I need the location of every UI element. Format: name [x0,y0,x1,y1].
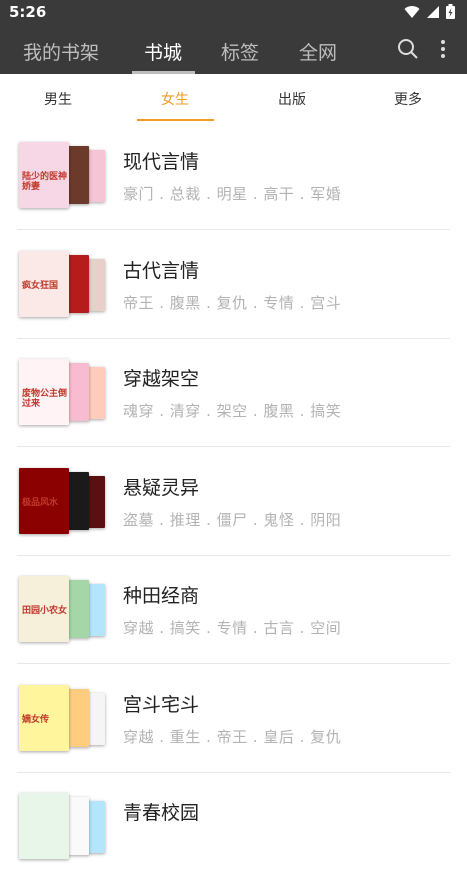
subtab-published[interactable]: 出版 [252,89,332,109]
book-cover-image [87,801,105,853]
status-time: 5:26 [9,3,47,21]
category-title: 青春校园 [123,802,200,824]
book-cover-image: 极品风水 [19,467,69,534]
category-tags: 盗墓 . 推理 . 僵尸 . 鬼怪 . 阴阳 [123,510,342,529]
category-row[interactable]: 嫡女传 宫斗宅斗 穿越 . 重生 . 帝王 . 皇后 . 复仇 [0,665,467,773]
book-cover-image [87,475,105,528]
cover-title: 嫡女传 [22,714,50,725]
app-bar: 我的书架 书城 标签 全网 [0,26,467,74]
cover-title: 陆少的医神娇妻 [22,172,68,192]
cover-stack: 疯女狂国 [19,250,105,317]
book-cover-image [67,471,89,530]
cover-title: 废物公主倒过来 [22,389,68,409]
book-cover-image [67,580,89,638]
category-row[interactable]: 陆少的医神娇妻 现代言情 豪门 . 总裁 . 明星 . 高干 . 军婚 [0,122,467,230]
cover-stack: 田园小农女 [19,576,105,642]
book-cover-image [87,584,105,636]
cover-title: 疯女狂国 [22,280,59,291]
cover-stack: 陆少的医神娇妻 [19,142,105,208]
status-icons [404,4,455,23]
signal-icon [426,4,440,23]
tab-all-web[interactable]: 全网 [299,38,337,65]
category-tags: 穿越 . 重生 . 帝王 . 皇后 . 复仇 [123,727,342,746]
cover-stack: 极品风水 [19,467,105,534]
book-cover-image [87,258,105,311]
cover-stack: 嫡女传 [19,684,105,751]
battery-icon [446,4,455,23]
category-row[interactable]: 青春校园 [0,773,467,881]
category-row[interactable]: 废物公主倒过来 穿越架空 魂穿 . 清穿 . 架空 . 腹黑 . 搞笑 [0,339,467,447]
book-cover-image: 陆少的医神娇妻 [19,142,69,208]
subtab-female[interactable]: 女生 [135,89,215,109]
book-cover-image: 疯女狂国 [19,250,69,317]
category-tags: 魂穿 . 清穿 . 架空 . 腹黑 . 搞笑 [123,402,342,420]
book-cover-image: 废物公主倒过来 [19,359,69,425]
cover-stack: 废物公主倒过来 [19,359,105,425]
book-cover-image [19,793,69,859]
category-title: 悬疑灵异 [123,476,200,499]
book-cover-image [67,254,89,313]
book-cover-image [67,797,89,855]
book-cover-image: 田园小农女 [19,576,69,642]
category-tabs: 男生 女生 出版 更多 [0,74,467,122]
category-row[interactable]: 田园小农女 种田经商 穿越 . 搞笑 . 专情 . 古言 . 空间 [0,556,467,664]
tab-tags[interactable]: 标签 [221,38,259,65]
category-tags: 帝王 . 腹黑 . 复仇 . 专情 . 宫斗 [123,293,342,312]
category-title: 宫斗宅斗 [123,693,200,716]
subtab-male[interactable]: 男生 [18,89,98,109]
subtab-more[interactable]: 更多 [368,89,448,109]
book-cover-image [67,363,89,421]
category-row[interactable]: 极品风水 悬疑灵异 盗墓 . 推理 . 僵尸 . 鬼怪 . 阴阳 [0,448,467,556]
status-bar: 5:26 [0,0,467,26]
category-title: 穿越架空 [123,368,200,390]
book-cover-image [67,688,89,747]
book-cover-image [67,146,89,204]
cover-stack [19,793,105,859]
book-cover-image [87,692,105,745]
tab-bookstore[interactable]: 书城 [144,38,182,65]
book-cover-image [87,150,105,202]
category-title: 古代言情 [123,259,200,282]
wifi-icon [404,4,420,23]
cover-title: 田园小农女 [22,606,68,616]
category-tags: 穿越 . 搞笑 . 专情 . 古言 . 空间 [123,619,342,637]
subtab-indicator [137,119,214,121]
category-title: 现代言情 [123,151,200,173]
search-icon[interactable] [397,38,419,64]
category-title: 种田经商 [123,585,200,607]
tab-bookshelf[interactable]: 我的书架 [23,38,99,65]
book-cover-image: 嫡女传 [19,684,69,751]
category-tags: 豪门 . 总裁 . 明星 . 高干 . 军婚 [123,185,342,203]
category-row[interactable]: 疯女狂国 古代言情 帝王 . 腹黑 . 复仇 . 专情 . 宫斗 [0,231,467,339]
book-cover-image [87,367,105,419]
cover-title: 极品风水 [22,497,59,508]
more-vert-icon[interactable] [440,38,446,64]
